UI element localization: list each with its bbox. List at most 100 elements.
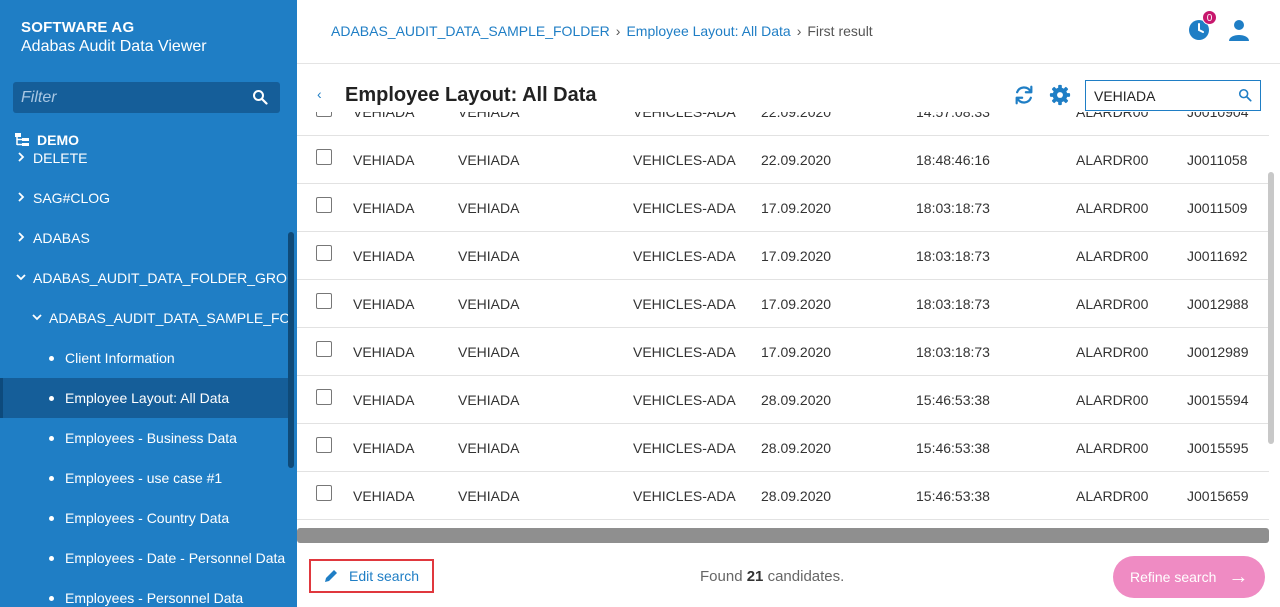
table-cell: VEHIADA [458, 248, 520, 264]
search-icon[interactable] [252, 89, 268, 105]
result-count: Found 21 candidates. [700, 568, 844, 585]
chevron-down-icon[interactable] [16, 258, 26, 298]
sidebar: SOFTWARE AG Adabas Audit Data Viewer DEM… [0, 0, 297, 607]
table-cell: 22.09.2020 [761, 112, 832, 120]
table-cell: VEHICLES-ADA [633, 488, 736, 504]
sidebar-item[interactable]: Employee Layout: All Data [0, 378, 288, 418]
sidebar-item-label: Employee Layout: All Data [65, 390, 230, 406]
row-checkbox[interactable] [316, 389, 332, 405]
table-cell: ALARDR00 [1076, 392, 1149, 408]
sidebar-item[interactable]: ADABAS [0, 218, 288, 258]
table-cell: 17.09.2020 [761, 200, 832, 216]
table-cell: ALARDR00 [1076, 344, 1149, 360]
settings-gear-icon[interactable] [1049, 84, 1071, 106]
bullet-icon [49, 596, 54, 601]
row-checkbox[interactable] [316, 245, 332, 261]
breadcrumb-layout[interactable]: Employee Layout: All Data [626, 23, 790, 39]
sidebar-item-label: ADABAS_AUDIT_DATA_FOLDER_GROUP [33, 270, 288, 286]
sidebar-item[interactable]: ADABAS_AUDIT_DATA_SAMPLE_FO... [0, 298, 288, 338]
row-checkbox[interactable] [316, 149, 332, 165]
search-input[interactable] [1086, 81, 1231, 110]
sidebar-item-label: Client Information [65, 350, 175, 366]
found-suffix: candidates. [767, 568, 845, 585]
table-cell: VEHIADA [353, 200, 415, 216]
table-row[interactable]: VEHIADA VEHIADA VEHICLES-ADA 17.09.2020 18:0… [297, 280, 1269, 328]
user-icon[interactable] [1227, 18, 1251, 42]
table-cell: VEHICLES-ADA [633, 392, 736, 408]
bullet-icon [49, 436, 54, 441]
refine-search-button[interactable]: Refine search → [1113, 556, 1265, 598]
chevron-right-icon[interactable] [16, 218, 26, 258]
chevron-right-icon[interactable] [16, 138, 26, 178]
row-checkbox[interactable] [316, 197, 332, 213]
notification-badge: 0 [1202, 10, 1217, 25]
table-cell: J0012989 [1187, 344, 1249, 360]
row-checkbox[interactable] [316, 341, 332, 357]
chevron-right-icon[interactable] [16, 178, 26, 218]
breadcrumb-separator-icon: › [796, 23, 802, 39]
chevron-down-icon[interactable] [32, 298, 42, 338]
breadcrumb: ADABAS_AUDIT_DATA_SAMPLE_FOLDER › Employ… [331, 23, 873, 39]
table-row[interactable]: VEHIADA VEHIADA VEHICLES-ADA 17.09.2020 18:0… [297, 184, 1269, 232]
back-chevron-icon[interactable]: ‹ [317, 86, 322, 102]
table-cell: J0012988 [1187, 296, 1249, 312]
table-vertical-scrollbar[interactable] [1268, 172, 1274, 444]
results-table: VEHIADA VEHIADA VEHICLES-ADA 22.09.2020 14:5… [297, 112, 1269, 528]
refresh-icon[interactable] [1013, 84, 1035, 106]
filter-box[interactable] [13, 82, 280, 113]
sidebar-item[interactable]: Employees - Date - Personnel Data [0, 538, 288, 578]
search-icon[interactable] [1238, 88, 1252, 102]
sidebar-item[interactable]: SAG#CLOG [0, 178, 288, 218]
table-cell: J0015659 [1187, 488, 1249, 504]
sidebar-item[interactable]: Client Information [0, 338, 288, 378]
sidebar-item[interactable]: Employees - Business Data [0, 418, 288, 458]
table-cell: 17.09.2020 [761, 344, 832, 360]
edit-search-label: Edit search [349, 568, 420, 584]
row-checkbox[interactable] [316, 112, 332, 117]
row-checkbox[interactable] [316, 437, 332, 453]
sidebar-item-label: ADABAS_AUDIT_DATA_SAMPLE_FO... [49, 310, 288, 326]
table-cell: 28.09.2020 [761, 440, 832, 456]
table-horizontal-scrollbar[interactable] [297, 528, 1269, 543]
table-cell: J0010904 [1187, 112, 1249, 120]
row-checkbox[interactable] [316, 293, 332, 309]
brand-company: SOFTWARE AG [21, 19, 135, 36]
table-cell: 18:03:18:73 [916, 200, 990, 216]
table-row[interactable]: VEHIADA VEHIADA VEHICLES-ADA 28.09.2020 15:4… [297, 376, 1269, 424]
breadcrumb-separator-icon: › [615, 23, 621, 39]
row-checkbox[interactable] [316, 485, 332, 501]
table-cell: VEHIADA [353, 488, 415, 504]
breadcrumb-folder[interactable]: ADABAS_AUDIT_DATA_SAMPLE_FOLDER [331, 23, 610, 39]
refine-search-label: Refine search [1130, 569, 1217, 585]
table-row[interactable]: VEHIADA VEHIADA VEHICLES-ADA 17.09.2020 18:0… [297, 328, 1269, 376]
table-cell: 15:46:53:38 [916, 488, 990, 504]
table-cell: VEHIADA [353, 344, 415, 360]
table-cell: ALARDR00 [1076, 200, 1149, 216]
table-cell: VEHIADA [458, 440, 520, 456]
table-cell: VEHICLES-ADA [633, 112, 736, 120]
filter-input[interactable] [13, 82, 243, 113]
table-row[interactable]: VEHIADA VEHIADA VEHICLES-ADA 22.09.2020 18:4… [297, 136, 1269, 184]
edit-search-button[interactable]: Edit search [309, 559, 434, 593]
sidebar-scrollbar[interactable] [288, 232, 294, 468]
sidebar-item[interactable]: ADABAS_AUDIT_DATA_FOLDER_GROUP [0, 258, 288, 298]
table-cell: VEHICLES-ADA [633, 248, 736, 264]
table-row[interactable]: VEHIADA VEHIADA VEHICLES-ADA 17.09.2020 18:0… [297, 232, 1269, 280]
table-cell: ALARDR00 [1076, 488, 1149, 504]
table-row[interactable]: VEHIADA VEHIADA VEHICLES-ADA 22.09.2020 14:5… [297, 112, 1269, 136]
search-box[interactable] [1085, 80, 1261, 111]
sidebar-item[interactable]: Employees - use case #1 [0, 458, 288, 498]
table-cell: VEHIADA [458, 200, 520, 216]
bullet-icon [49, 516, 54, 521]
table-cell: VEHICLES-ADA [633, 152, 736, 168]
table-cell: VEHIADA [353, 112, 415, 120]
table-row[interactable]: VEHIADA VEHIADA VEHICLES-ADA 28.09.2020 15:4… [297, 424, 1269, 472]
table-cell: 18:48:46:16 [916, 152, 990, 168]
table-row[interactable]: VEHIADA VEHIADA VEHICLES-ADA 28.09.2020 15:4… [297, 472, 1269, 520]
sidebar-item[interactable]: DELETE [0, 138, 288, 178]
table-cell: VEHIADA [353, 152, 415, 168]
breadcrumb-current: First result [807, 23, 873, 39]
sidebar-item[interactable]: Employees - Country Data [0, 498, 288, 538]
table-cell: 15:46:53:38 [916, 392, 990, 408]
sidebar-item[interactable]: Employees - Personnel Data [0, 578, 288, 607]
